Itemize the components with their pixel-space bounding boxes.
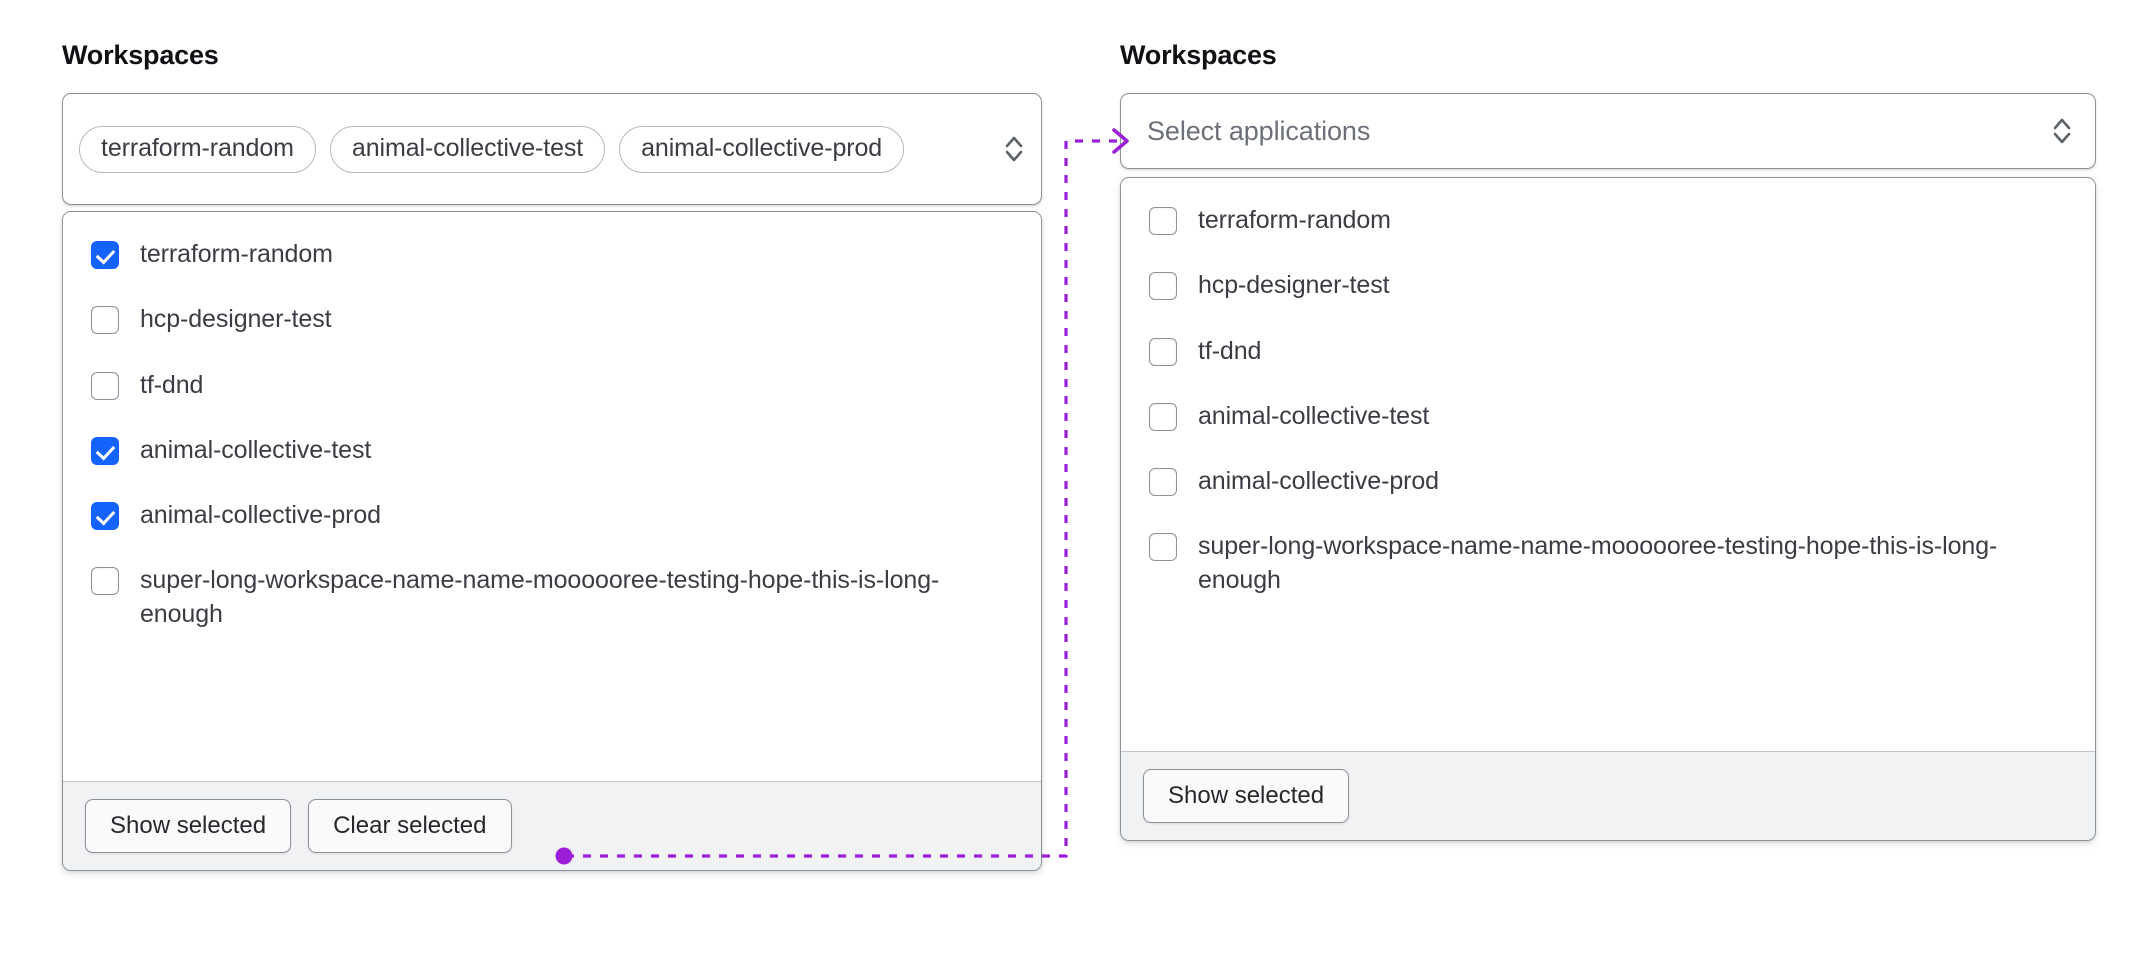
right-select-trigger[interactable]: Select applications <box>1120 93 2096 169</box>
list-item[interactable]: animal-collective-prod <box>63 483 1041 548</box>
checkbox-icon[interactable] <box>1149 207 1177 235</box>
list-item[interactable]: animal-collective-prod <box>1121 449 2095 514</box>
list-item[interactable]: super-long-workspace-name-name-moooooree… <box>63 548 1041 647</box>
checkbox-icon[interactable] <box>1149 338 1177 366</box>
selected-pill[interactable]: animal-collective-test <box>330 126 605 173</box>
right-panel-footer: Show selected <box>1121 751 2095 840</box>
checkbox-checked-icon[interactable] <box>91 241 119 269</box>
clear-selected-button[interactable]: Clear selected <box>308 799 511 853</box>
option-label: animal-collective-test <box>140 434 371 467</box>
selected-pill[interactable]: terraform-random <box>79 126 316 173</box>
list-item[interactable]: terraform-random <box>1121 188 2095 253</box>
checkbox-icon[interactable] <box>1149 272 1177 300</box>
option-label: terraform-random <box>140 238 333 271</box>
screenshot-canvas: Workspaces terraform-random animal-colle… <box>0 0 2130 960</box>
option-label: terraform-random <box>1198 204 1391 237</box>
caret-sort-icon[interactable] <box>2051 114 2073 148</box>
option-label: tf-dnd <box>1198 335 1261 368</box>
option-label: animal-collective-prod <box>140 499 381 532</box>
left-field-label: Workspaces <box>62 40 1042 71</box>
selected-pill[interactable]: animal-collective-prod <box>619 126 904 173</box>
list-item[interactable]: hcp-designer-test <box>1121 253 2095 318</box>
list-item[interactable]: terraform-random <box>63 222 1041 287</box>
option-label: hcp-designer-test <box>140 303 331 336</box>
checkbox-icon[interactable] <box>91 372 119 400</box>
list-item[interactable]: tf-dnd <box>63 353 1041 418</box>
checkbox-icon[interactable] <box>91 306 119 334</box>
option-label: tf-dnd <box>140 369 203 402</box>
checkbox-checked-icon[interactable] <box>91 437 119 465</box>
selected-pills-container: terraform-random animal-collective-test … <box>79 126 989 173</box>
select-applications-placeholder: Select applications <box>1147 116 2037 147</box>
checkbox-icon[interactable] <box>91 567 119 595</box>
list-item[interactable]: hcp-designer-test <box>63 287 1041 352</box>
option-label: super-long-workspace-name-name-moooooree… <box>1198 530 2028 597</box>
left-option-list: terraform-random hcp-designer-test tf-dn… <box>63 212 1041 781</box>
left-workspaces-multiselect: Workspaces terraform-random animal-colle… <box>62 40 1042 871</box>
checkbox-icon[interactable] <box>1149 533 1177 561</box>
checkbox-checked-icon[interactable] <box>91 502 119 530</box>
option-label: animal-collective-prod <box>1198 465 1439 498</box>
right-field-label: Workspaces <box>1120 40 2096 71</box>
option-label: animal-collective-test <box>1198 400 1429 433</box>
caret-sort-icon[interactable] <box>1003 132 1025 166</box>
list-item[interactable]: animal-collective-test <box>1121 384 2095 449</box>
right-workspaces-multiselect: Workspaces Select applications terraform… <box>1120 40 2096 841</box>
right-dropdown-panel: terraform-random hcp-designer-test tf-dn… <box>1120 177 2096 841</box>
list-item[interactable]: super-long-workspace-name-name-moooooree… <box>1121 514 2095 613</box>
list-item[interactable]: tf-dnd <box>1121 319 2095 384</box>
option-label: hcp-designer-test <box>1198 269 1389 302</box>
option-label: super-long-workspace-name-name-moooooree… <box>140 564 970 631</box>
list-item[interactable]: animal-collective-test <box>63 418 1041 483</box>
left-panel-footer: Show selected Clear selected <box>63 781 1041 870</box>
show-selected-button[interactable]: Show selected <box>85 799 291 853</box>
show-selected-button[interactable]: Show selected <box>1143 769 1349 823</box>
right-option-list: terraform-random hcp-designer-test tf-dn… <box>1121 178 2095 751</box>
checkbox-icon[interactable] <box>1149 468 1177 496</box>
left-dropdown-panel: terraform-random hcp-designer-test tf-dn… <box>62 211 1042 871</box>
left-select-trigger[interactable]: terraform-random animal-collective-test … <box>62 93 1042 205</box>
checkbox-icon[interactable] <box>1149 403 1177 431</box>
